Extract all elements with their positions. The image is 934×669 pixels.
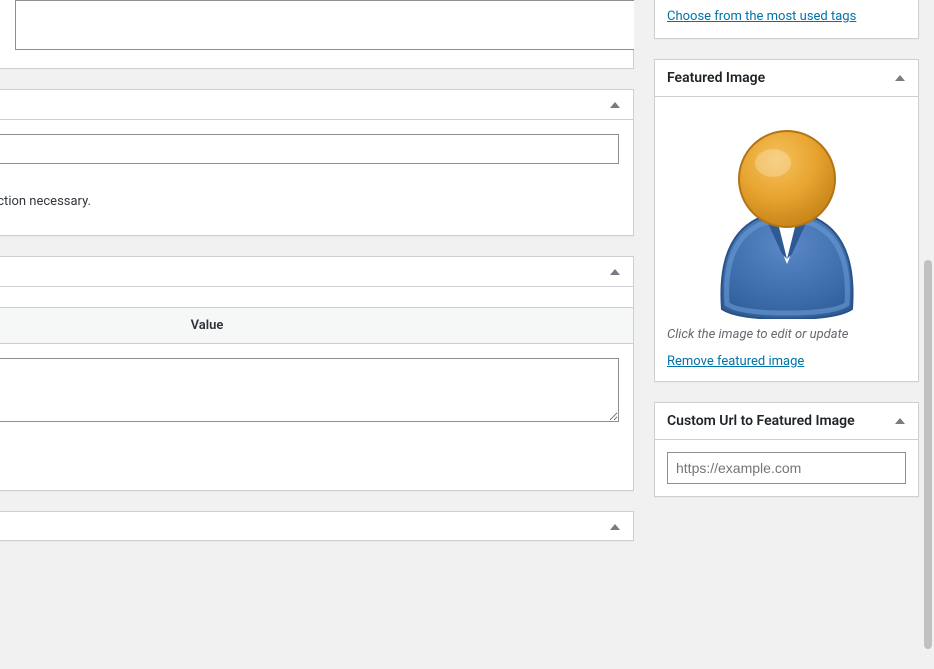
featured-image-box: Featured Image <box>654 59 919 382</box>
custom-fields-box: Value <box>0 256 634 491</box>
excerpt-box <box>0 0 634 69</box>
scrollbar-thumb[interactable] <box>924 260 932 649</box>
main-column: atically using pingbacks, no other actio… <box>0 0 634 669</box>
remove-featured-image-link[interactable]: Remove featured image <box>667 354 804 369</box>
custom-url-title: Custom Url to Featured Image <box>655 405 882 437</box>
toggle-panel-icon[interactable] <box>882 60 918 96</box>
sidebar-column: Choose from the most used tags Featured … <box>654 0 934 669</box>
pingback-text: atically using pingbacks, no other actio… <box>0 188 619 221</box>
custom-field-value-textarea[interactable] <box>0 358 619 422</box>
toggle-panel-icon[interactable] <box>882 403 918 439</box>
choose-used-tags-link[interactable]: Choose from the most used tags <box>667 9 856 24</box>
toggle-panel-icon[interactable] <box>597 254 633 290</box>
custom-fields-value-header: Value <box>0 307 633 344</box>
featured-image-title: Featured Image <box>655 62 882 94</box>
custom-url-box: Custom Url to Featured Image <box>654 402 919 497</box>
trackback-input[interactable] <box>0 134 619 164</box>
toggle-panel-icon[interactable] <box>597 87 633 123</box>
custom-url-input[interactable] <box>667 452 906 484</box>
next-box <box>0 511 634 541</box>
trackbacks-box: atically using pingbacks, no other actio… <box>0 89 634 236</box>
vertical-scrollbar[interactable] <box>922 0 934 669</box>
tags-box: Choose from the most used tags <box>654 0 919 39</box>
featured-image-howto: Click the image to edit or update <box>667 327 906 342</box>
toggle-panel-icon[interactable] <box>597 509 633 545</box>
excerpt-textarea[interactable] <box>15 0 634 50</box>
featured-image-thumbnail[interactable] <box>697 119 877 319</box>
